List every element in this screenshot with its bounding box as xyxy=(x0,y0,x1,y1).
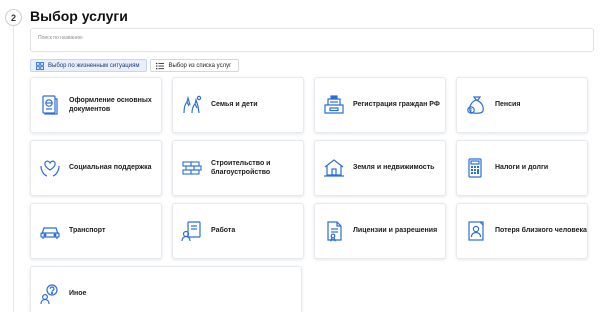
category-card-family[interactable]: Семья и дети xyxy=(172,77,304,133)
question-person-icon xyxy=(37,281,63,307)
category-card-transport[interactable]: Транспорт xyxy=(30,203,162,259)
license-icon xyxy=(321,218,347,244)
category-card-licenses[interactable]: Лицензии и разрешения xyxy=(314,203,446,259)
money-bag-icon: ₽ xyxy=(463,92,489,118)
search-input[interactable]: Поиск по названию xyxy=(30,28,594,52)
category-card-social-support[interactable]: Социальная поддержка xyxy=(30,140,162,196)
category-label: Потеря близкого человека xyxy=(495,227,587,235)
step-rail xyxy=(13,24,14,312)
category-card-pension[interactable]: ₽ Пенсия xyxy=(456,77,588,133)
passport-icon xyxy=(37,92,63,118)
car-icon xyxy=(37,218,63,244)
category-label: Иное xyxy=(69,290,87,298)
bricks-icon xyxy=(179,155,205,181)
category-label: Транспорт xyxy=(69,227,106,235)
category-label: Налоги и долги xyxy=(495,164,549,172)
category-card-documents[interactable]: Оформление основных документов xyxy=(30,77,162,133)
category-label: Работа xyxy=(211,227,236,235)
category-label: Оформление основных документов xyxy=(69,96,152,113)
house-icon xyxy=(321,155,347,181)
calculator-icon xyxy=(463,155,489,181)
svg-text:₽: ₽ xyxy=(470,108,473,113)
step-number-badge: 2 xyxy=(5,9,22,26)
heart-hands-icon xyxy=(37,155,63,181)
registration-icon xyxy=(321,92,347,118)
category-label: Строительство и благоустройство xyxy=(211,159,271,176)
tab-life-situations[interactable]: Выбор по жизненным ситуациям xyxy=(30,59,148,72)
page-title: Выбор услуги xyxy=(30,8,128,24)
category-card-taxes[interactable]: Налоги и долги xyxy=(456,140,588,196)
category-card-registration[interactable]: Регистрация граждан РФ xyxy=(314,77,446,133)
category-label: Семья и дети xyxy=(211,101,258,109)
category-label: Лицензии и разрешения xyxy=(353,227,438,235)
grid-icon xyxy=(36,61,44,70)
category-label: Земля и недвижимость xyxy=(353,164,435,172)
category-card-work[interactable]: Работа xyxy=(172,203,304,259)
category-card-other[interactable]: Иное xyxy=(30,266,302,312)
category-label: Регистрация граждан РФ xyxy=(353,101,440,109)
category-card-bereavement[interactable]: Потеря близкого человека xyxy=(456,203,588,259)
category-label: Социальная поддержка xyxy=(69,164,152,172)
family-hands-icon xyxy=(179,92,205,118)
list-icon xyxy=(156,62,165,70)
category-label: Пенсия xyxy=(495,101,521,109)
job-icon xyxy=(179,218,205,244)
view-tabs: Выбор по жизненным ситуациям Выбор из сп… xyxy=(30,59,240,72)
category-card-land[interactable]: Земля и недвижимость xyxy=(314,140,446,196)
search-placeholder: Поиск по названию xyxy=(38,35,83,41)
portrait-frame-icon xyxy=(463,218,489,244)
tab-label: Выбор из списка услуг xyxy=(168,62,232,69)
tab-services-list[interactable]: Выбор из списка услуг xyxy=(150,59,240,72)
tab-label: Выбор по жизненным ситуациям xyxy=(48,62,140,69)
category-card-construction[interactable]: Строительство и благоустройство xyxy=(172,140,304,196)
